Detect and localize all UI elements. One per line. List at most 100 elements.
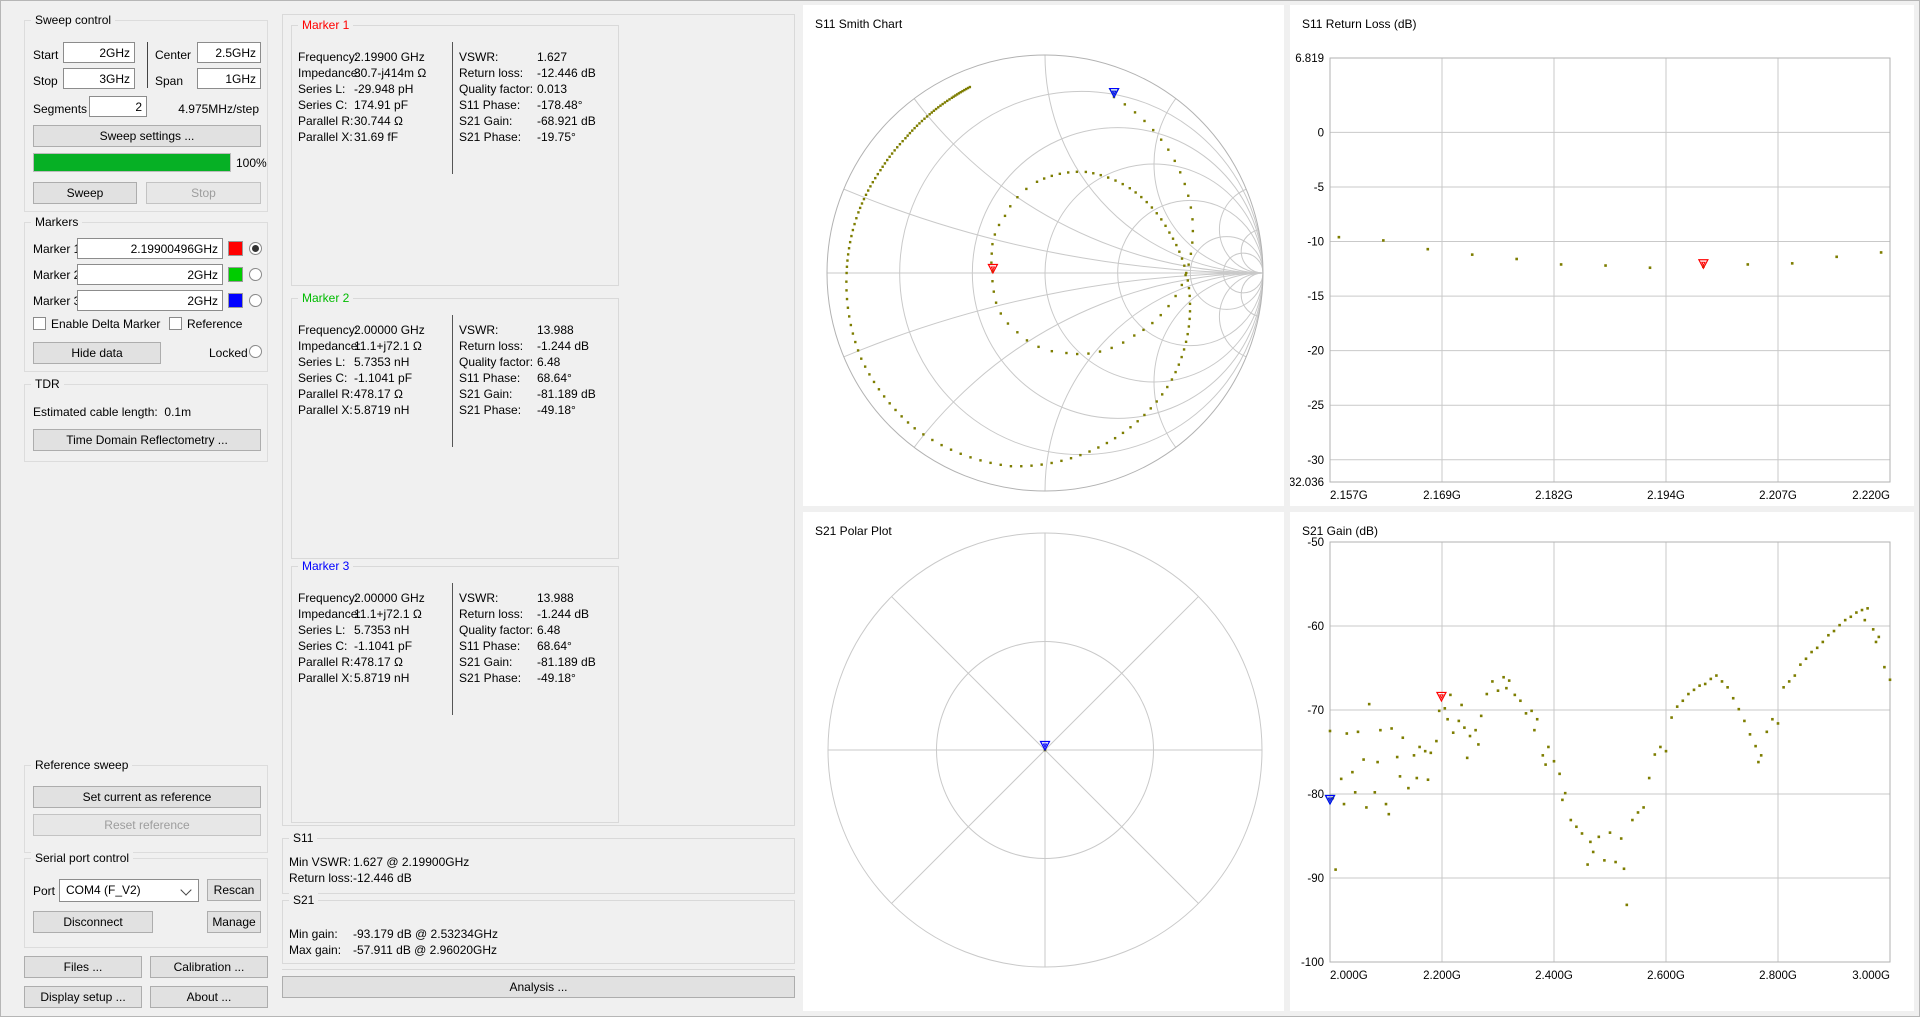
marker-1-details-title: Marker 1 [298,18,353,32]
hide-data-button[interactable]: Hide data [33,342,161,364]
files-button[interactable]: Files ... [24,956,142,978]
detail-row-label: S21 Phase: [459,671,521,685]
detail-row-value: -1.1041 pF [354,639,412,653]
return_loss-canvas: 6.8190-5-10-15-20-25-30-32.0362.157G2.16… [1290,5,1914,506]
svg-text:3.000G: 3.000G [1852,970,1890,982]
svg-text:0: 0 [1318,127,1324,139]
rescan-button[interactable]: Rescan [207,879,261,901]
s11-smith-chart-title: S11 Smith Chart [815,17,902,31]
marker-3-select-radio[interactable] [249,294,262,307]
marker-1-select-radio[interactable] [249,242,262,255]
svg-text:2.182G: 2.182G [1535,490,1573,502]
calibration-button[interactable]: Calibration ... [150,956,268,978]
detail-row-label: S21 Phase: [459,403,521,417]
manage-button[interactable]: Manage [207,911,261,933]
marker-1-frequency-input[interactable] [77,238,223,259]
center-label: Center [155,48,191,62]
detail-row-value: 478.17 Ω [354,655,403,669]
detail-row-value: -1.244 dB [537,607,589,621]
detail-row-value: 0.013 [537,82,567,96]
detail-row-value: 2.00000 GHz [354,323,425,337]
detail-row-value: -81.189 dB [537,655,596,669]
marker-3-details-panel: Marker 3Frequency:2.00000 GHzImpedance:1… [291,566,619,823]
marker-2-details-title: Marker 2 [298,291,353,305]
s11-return-loss-label: Return loss: [289,871,353,885]
svg-text:6.819: 6.819 [1295,53,1324,65]
detail-row-value: 5.7353 nH [354,623,409,637]
reference-sweep-title: Reference sweep [31,758,132,772]
svg-text:-90: -90 [1307,873,1324,885]
stop-button[interactable]: Stop [146,182,261,204]
detail-row-label: Series L: [298,623,345,637]
detail-row-value: 13.988 [537,591,574,605]
svg-text:-32.036: -32.036 [1290,477,1324,489]
detail-row-label: Parallel X: [298,671,353,685]
display-setup-button[interactable]: Display setup ... [24,986,142,1008]
detail-row-value: 11.1+j72.1 Ω [354,607,422,621]
step-size-text: 4.975MHz/step [178,102,259,116]
enable-delta-marker-checkbox[interactable] [33,317,46,330]
detail-row-label: Quality factor: [459,355,533,369]
s21-polar-chart-title: S21 Polar Plot [815,524,892,538]
sweep-button[interactable]: Sweep [33,182,137,204]
detail-row-value: -12.446 dB [537,66,596,80]
marker-2-color-swatch [228,267,243,282]
marker-2-frequency-input[interactable] [77,264,223,285]
detail-row-label: Series C: [298,98,347,112]
tdr-button[interactable]: Time Domain Reflectometry ... [33,429,261,451]
detail-row-label: Frequency: [298,323,358,337]
stop-input[interactable] [63,68,135,89]
analysis-divider [282,969,795,970]
sweep-control-title: Sweep control [31,13,115,27]
sweep-progress-bar [33,153,231,172]
svg-text:-25: -25 [1307,400,1324,412]
center-input[interactable] [197,42,261,63]
detail-row-value: 68.64° [537,639,572,653]
detail-row-label: S11 Phase: [459,98,520,112]
detail-row-label: S21 Phase: [459,130,521,144]
detail-row-label: Parallel R: [298,655,353,669]
svg-text:2.220G: 2.220G [1852,490,1890,502]
s21-gain-chart-title: S21 Gain (dB) [1302,524,1378,538]
start-input[interactable] [63,42,135,63]
disconnect-button[interactable]: Disconnect [33,911,153,933]
detail-row-value: 6.48 [537,623,560,637]
detail-row-label: S21 Gain: [459,114,512,128]
locked-radio[interactable] [249,345,262,358]
port-label: Port [33,884,55,898]
sweep-settings-button[interactable]: Sweep settings ... [33,125,261,147]
detail-row-label: Impedance: [298,339,361,353]
span-label: Span [155,74,183,88]
marker-3-label: Marker 3 [33,294,80,308]
set-current-as-reference-button[interactable]: Set current as reference [33,786,261,808]
segments-input[interactable] [89,96,147,117]
port-select[interactable]: COM4 (F_V2) [59,879,199,902]
progress-percent-label: 100% [236,156,267,170]
about-button[interactable]: About ... [150,986,268,1008]
marker-3-frequency-input[interactable] [77,290,223,311]
analysis-button[interactable]: Analysis ... [282,976,795,998]
detail-row-label: Return loss: [459,339,523,353]
details-column-divider [452,315,453,447]
reset-reference-button[interactable]: Reset reference [33,814,261,836]
enable-delta-marker-label: Enable Delta Marker [51,317,160,331]
detail-row-value: -49.18° [537,671,576,685]
reference-label: Reference [187,317,242,331]
stop-label: Stop [33,74,58,88]
details-column-divider [452,42,453,174]
s21-gain-chart[interactable]: S21 Gain (dB) -50-60-70-80-90-1002.000G2… [1290,512,1914,1011]
s21-polar-chart[interactable]: S21 Polar Plot [803,512,1284,1011]
detail-row-label: Quality factor: [459,82,533,96]
markers-title: Markers [31,215,82,229]
locked-label: Locked [209,346,248,360]
detail-row-label: Parallel X: [298,130,353,144]
s11-smith-chart[interactable]: S11 Smith Chart [803,5,1284,506]
s11-return-loss-chart[interactable]: S11 Return Loss (dB) 6.8190-5-10-15-20-2… [1290,5,1914,506]
port-select-value: COM4 (F_V2) [66,883,141,897]
detail-row-label: Parallel R: [298,114,353,128]
detail-row-label: S21 Gain: [459,387,512,401]
reference-checkbox[interactable] [169,317,182,330]
span-input[interactable] [197,68,261,89]
marker-2-select-radio[interactable] [249,268,262,281]
cable-length-value: 0.1m [164,405,191,419]
